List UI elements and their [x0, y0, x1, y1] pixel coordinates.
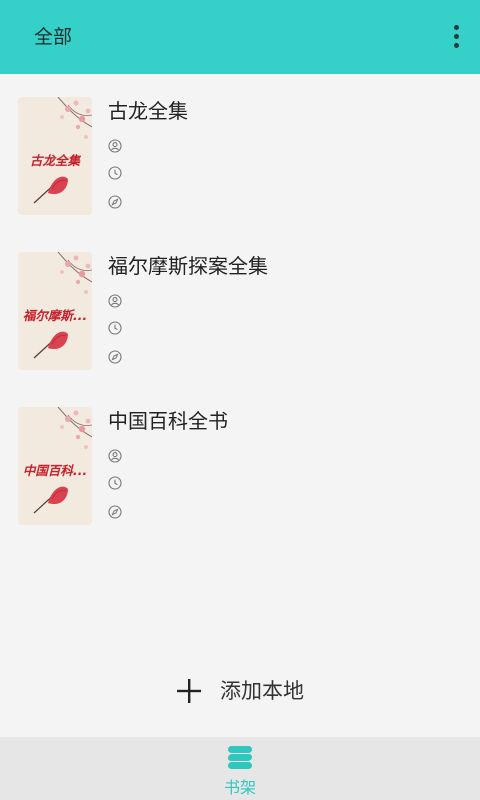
nav-item-bookshelf[interactable]: 书架 [205, 737, 275, 800]
person-icon [108, 449, 122, 463]
compass-icon [108, 505, 122, 519]
compass-icon [108, 195, 122, 209]
cover-title: 古龙全集 [29, 153, 80, 168]
book-item[interactable]: 古龙全集 古龙全集 [0, 74, 480, 215]
book-item[interactable]: 中国百科... 中国百科全书 [0, 384, 480, 525]
book-item[interactable]: 福尔摩斯... 福尔摩斯探案全集 [0, 229, 480, 370]
bottom-navigation: 书架 [0, 737, 480, 800]
nav-item-bookshelf-label: 书架 [223, 778, 256, 797]
more-vertical-icon [454, 25, 459, 30]
top-app-bar: 全部 [0, 0, 480, 74]
book-cover[interactable]: 福尔摩斯... [18, 252, 92, 370]
book-cover[interactable]: 中国百科... [18, 407, 92, 525]
book-title: 中国百科全书 [108, 409, 228, 433]
app-root: 全部 古龙全集 古龙全集 福尔摩斯... 福尔摩斯探案全集 中国百科... 中国… [0, 0, 480, 800]
person-icon [108, 294, 122, 308]
compass-icon [108, 350, 122, 364]
clock-icon [108, 321, 122, 335]
cover-title: 中国百科... [22, 463, 88, 478]
more-options-button[interactable] [448, 22, 464, 52]
more-vertical-icon-dot [454, 34, 459, 39]
book-cover[interactable]: 古龙全集 [18, 97, 92, 215]
add-local-label: 添加本地 [220, 679, 304, 703]
plus-icon [177, 679, 201, 703]
clock-icon [108, 166, 122, 180]
book-title: 古龙全集 [108, 99, 188, 123]
add-local-button[interactable]: 添加本地 [0, 672, 480, 712]
page-title: 全部 [34, 26, 73, 48]
person-icon [108, 139, 122, 153]
clock-icon [108, 476, 122, 490]
book-title: 福尔摩斯探案全集 [108, 254, 268, 278]
bookshelf-icon [227, 746, 252, 769]
more-vertical-icon-dot [454, 43, 459, 48]
cover-title: 福尔摩斯... [22, 308, 88, 323]
